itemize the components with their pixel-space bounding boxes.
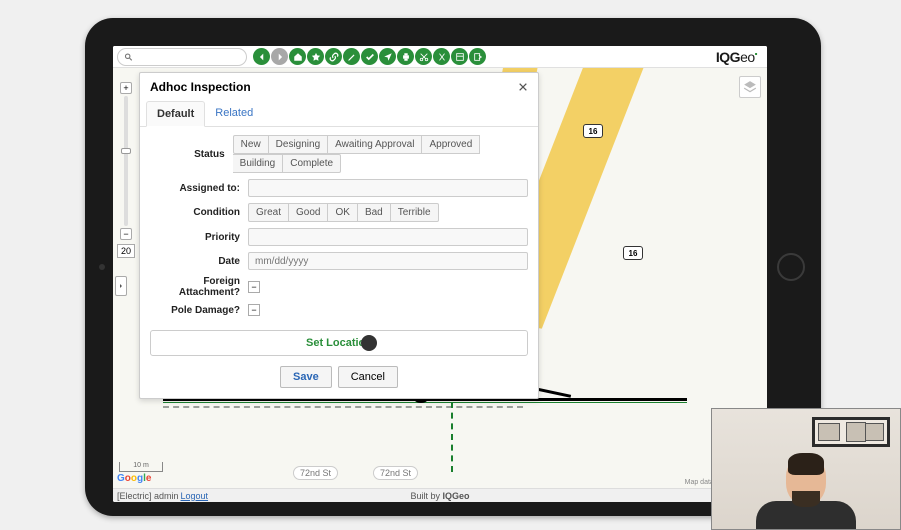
- check-button[interactable]: [361, 48, 378, 65]
- home-button[interactable]: [289, 48, 306, 65]
- status-opt-complete[interactable]: Complete: [283, 154, 341, 173]
- presenter-webcam: [711, 408, 901, 530]
- tablet-home-button[interactable]: [777, 253, 805, 281]
- footer-user: [Electric] admin: [117, 491, 179, 501]
- close-icon: [518, 82, 528, 92]
- route-marker: 16: [583, 124, 603, 138]
- layers-button[interactable]: [739, 76, 761, 98]
- status-opt-building[interactable]: Building: [233, 154, 284, 173]
- zoom-in-button[interactable]: +: [120, 82, 132, 94]
- priority-label: Priority: [150, 232, 248, 243]
- pole-checkbox[interactable]: −: [248, 304, 260, 316]
- condition-opt-good[interactable]: Good: [289, 203, 328, 222]
- close-button[interactable]: [518, 79, 528, 95]
- pole-label: Pole Damage?: [150, 305, 248, 316]
- assigned-input[interactable]: [248, 179, 528, 197]
- save-button[interactable]: Save: [280, 366, 332, 388]
- star-button[interactable]: [307, 48, 324, 65]
- header-bar: IQGeo▪: [113, 46, 767, 68]
- condition-opt-terrible[interactable]: Terrible: [391, 203, 439, 222]
- map-scale: 10 m: [119, 462, 163, 472]
- back-button[interactable]: [253, 48, 270, 65]
- layers-icon: [743, 80, 757, 94]
- edit-button[interactable]: [343, 48, 360, 65]
- chevron-right-icon: [118, 282, 124, 290]
- tab-bar: Default Related: [140, 101, 538, 127]
- tools-button[interactable]: [433, 48, 450, 65]
- layout-button[interactable]: [451, 48, 468, 65]
- date-label: Date: [150, 256, 248, 267]
- search-icon: [124, 52, 133, 62]
- tab-related[interactable]: Related: [205, 101, 263, 126]
- export-button[interactable]: [469, 48, 486, 65]
- logout-link[interactable]: Logout: [181, 491, 209, 501]
- search-field[interactable]: [137, 50, 240, 63]
- location-cursor-icon: [361, 335, 377, 351]
- link-button[interactable]: [325, 48, 342, 65]
- status-opt-awaiting[interactable]: Awaiting Approval: [328, 135, 422, 154]
- condition-label: Condition: [150, 207, 248, 218]
- google-logo: Google: [117, 473, 151, 484]
- assigned-label: Assigned to:: [150, 183, 248, 194]
- status-opt-new[interactable]: New: [233, 135, 269, 154]
- condition-opt-great[interactable]: Great: [248, 203, 289, 222]
- status-options: New Designing Awaiting Approval Approved…: [233, 135, 528, 173]
- form-body: Status New Designing Awaiting Approval A…: [140, 127, 538, 324]
- condition-opt-ok[interactable]: OK: [328, 203, 357, 222]
- toolbar: [253, 48, 486, 65]
- priority-input[interactable]: [248, 228, 528, 246]
- footer-builtby: Built by IQGeo: [410, 491, 469, 501]
- modal-title: Adhoc Inspection: [150, 80, 251, 94]
- condition-options: Great Good OK Bad Terrible: [248, 203, 439, 222]
- print-button[interactable]: [397, 48, 414, 65]
- street-label: 72nd St: [293, 466, 338, 480]
- footer-bar: [Electric] admin Logout Built by IQGeo: [113, 488, 767, 502]
- zoom-level: 20: [117, 244, 135, 258]
- foreign-label: Foreign Attachment?: [150, 276, 248, 298]
- forward-button[interactable]: [271, 48, 288, 65]
- street-label: 72nd St: [373, 466, 418, 480]
- tab-default[interactable]: Default: [146, 101, 205, 127]
- status-opt-designing[interactable]: Designing: [269, 135, 328, 154]
- brand-logo: IQGeo▪: [716, 49, 763, 65]
- status-label: Status: [150, 149, 233, 160]
- app-screen: 16 16 72nd St 72nd St 10 m Google Map da…: [113, 46, 767, 502]
- route-marker: 16: [623, 246, 643, 260]
- inspection-modal: Adhoc Inspection Default Related Status …: [139, 72, 539, 399]
- cut-button[interactable]: [415, 48, 432, 65]
- status-opt-approved[interactable]: Approved: [422, 135, 480, 154]
- cancel-button[interactable]: Cancel: [338, 366, 398, 388]
- foreign-checkbox[interactable]: −: [248, 281, 260, 293]
- date-input[interactable]: [248, 252, 528, 270]
- search-input[interactable]: [117, 48, 247, 66]
- zoom-handle[interactable]: [121, 148, 131, 154]
- set-location-button[interactable]: Set Location: [150, 330, 528, 356]
- zoom-control: + − 20: [119, 82, 133, 258]
- navigate-button[interactable]: [379, 48, 396, 65]
- tablet-camera: [99, 264, 105, 270]
- zoom-out-button[interactable]: −: [120, 228, 132, 240]
- condition-opt-bad[interactable]: Bad: [358, 203, 391, 222]
- panel-expand-toggle[interactable]: [115, 276, 127, 296]
- zoom-slider[interactable]: [124, 96, 128, 226]
